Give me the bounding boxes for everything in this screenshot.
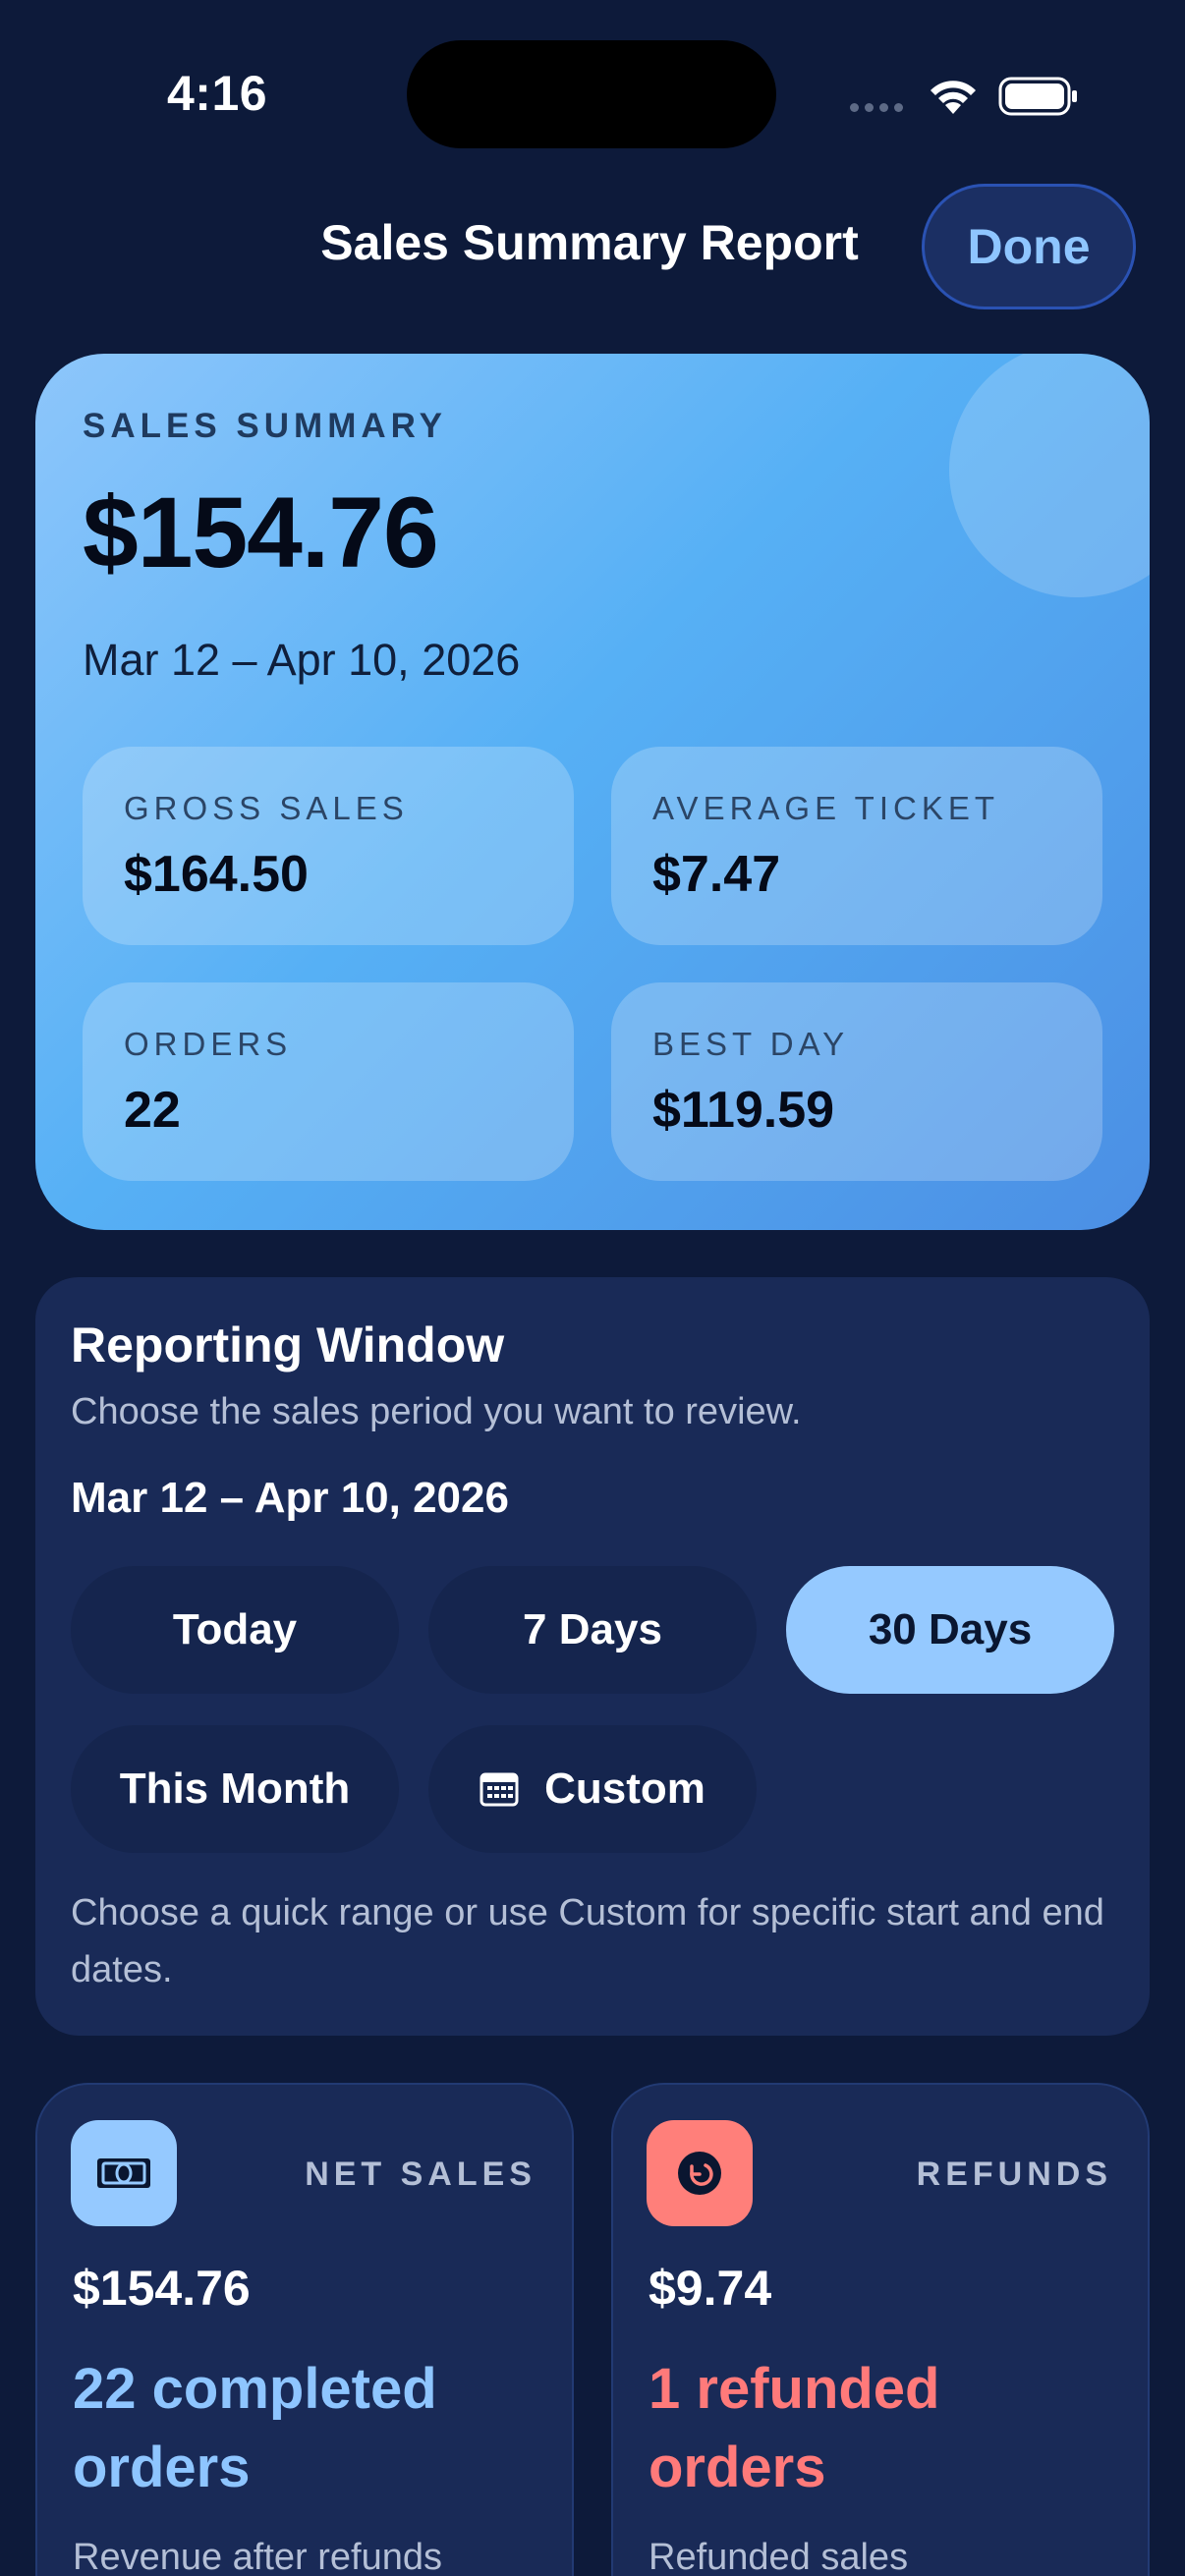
sales-summary-screen: 4:16 Sales Summary Report Done SALES SUM… [0, 0, 1185, 2576]
tile-value: 22 [124, 1082, 181, 1139]
dynamic-island [407, 40, 776, 148]
range-option-7-days[interactable]: 7 Days [428, 1566, 757, 1694]
gross-sales-tile: GROSS SALES $164.50 [83, 747, 574, 945]
range-option-today[interactable]: Today [71, 1566, 399, 1694]
net-sales-card: NET SALES $154.76 22 completed orders Re… [35, 2083, 574, 2576]
calendar-icon [480, 1772, 519, 1807]
cellular-signal-icon [850, 103, 903, 112]
tile-value: $119.59 [652, 1082, 835, 1139]
tile-label: BEST DAY [652, 1026, 850, 1062]
tile-value: $164.50 [124, 846, 309, 903]
range-option-label: 30 Days [868, 1605, 1033, 1653]
best-day-tile: BEST DAY $119.59 [611, 982, 1102, 1181]
done-button[interactable]: Done [922, 184, 1136, 309]
summary-date-range: Mar 12 – Apr 10, 2026 [83, 635, 521, 685]
range-option-label: This Month [119, 1764, 351, 1813]
reporting-window-note: Choose a quick range or use Custom for s… [71, 1892, 1104, 1990]
refund-icon [647, 2120, 753, 2226]
metric-footnote: Refunded sales [649, 2537, 909, 2576]
metric-headline: 1 refunded orders [649, 2357, 940, 2499]
refunds-card: REFUNDS $9.74 1 refunded orders Refunded… [611, 2083, 1150, 2576]
metric-footnote: Revenue after refunds [73, 2537, 443, 2576]
summary-eyebrow: SALES SUMMARY [83, 407, 447, 445]
metric-amount: $154.76 [73, 2261, 251, 2316]
tile-label: GROSS SALES [124, 790, 409, 826]
range-option-30-days[interactable]: 30 Days [786, 1566, 1114, 1694]
sales-summary-card: SALES SUMMARY $154.76 Mar 12 – Apr 10, 2… [35, 354, 1150, 1230]
metric-amount: $9.74 [649, 2261, 772, 2316]
metric-headline: 22 completed orders [73, 2357, 437, 2499]
range-option-custom[interactable]: Custom [428, 1725, 757, 1853]
average-ticket-tile: AVERAGE TICKET $7.47 [611, 747, 1102, 945]
tile-label: AVERAGE TICKET [652, 790, 1000, 826]
tile-value: $7.47 [652, 846, 781, 903]
range-option-label: Custom [544, 1764, 705, 1813]
battery-icon [998, 77, 1077, 116]
metric-label: REFUNDS [916, 2156, 1112, 2193]
reporting-window-title: Reporting Window [71, 1317, 505, 1372]
range-option-label: Today [172, 1605, 298, 1653]
decorative-circle [949, 354, 1150, 597]
selected-date-range: Mar 12 – Apr 10, 2026 [71, 1474, 509, 1522]
range-option-label: 7 Days [523, 1605, 662, 1653]
status-time: 4:16 [167, 66, 268, 121]
reporting-window-card: Reporting Window Choose the sales period… [35, 1277, 1150, 2036]
metric-label: NET SALES [305, 2156, 536, 2193]
reporting-window-subtitle: Choose the sales period you want to revi… [71, 1391, 802, 1432]
range-option-this-month[interactable]: This Month [71, 1725, 399, 1853]
tile-label: ORDERS [124, 1026, 293, 1062]
orders-tile: ORDERS 22 [83, 982, 574, 1181]
summary-amount: $154.76 [83, 476, 439, 588]
cash-icon [71, 2120, 177, 2226]
wifi-icon [931, 81, 976, 114]
